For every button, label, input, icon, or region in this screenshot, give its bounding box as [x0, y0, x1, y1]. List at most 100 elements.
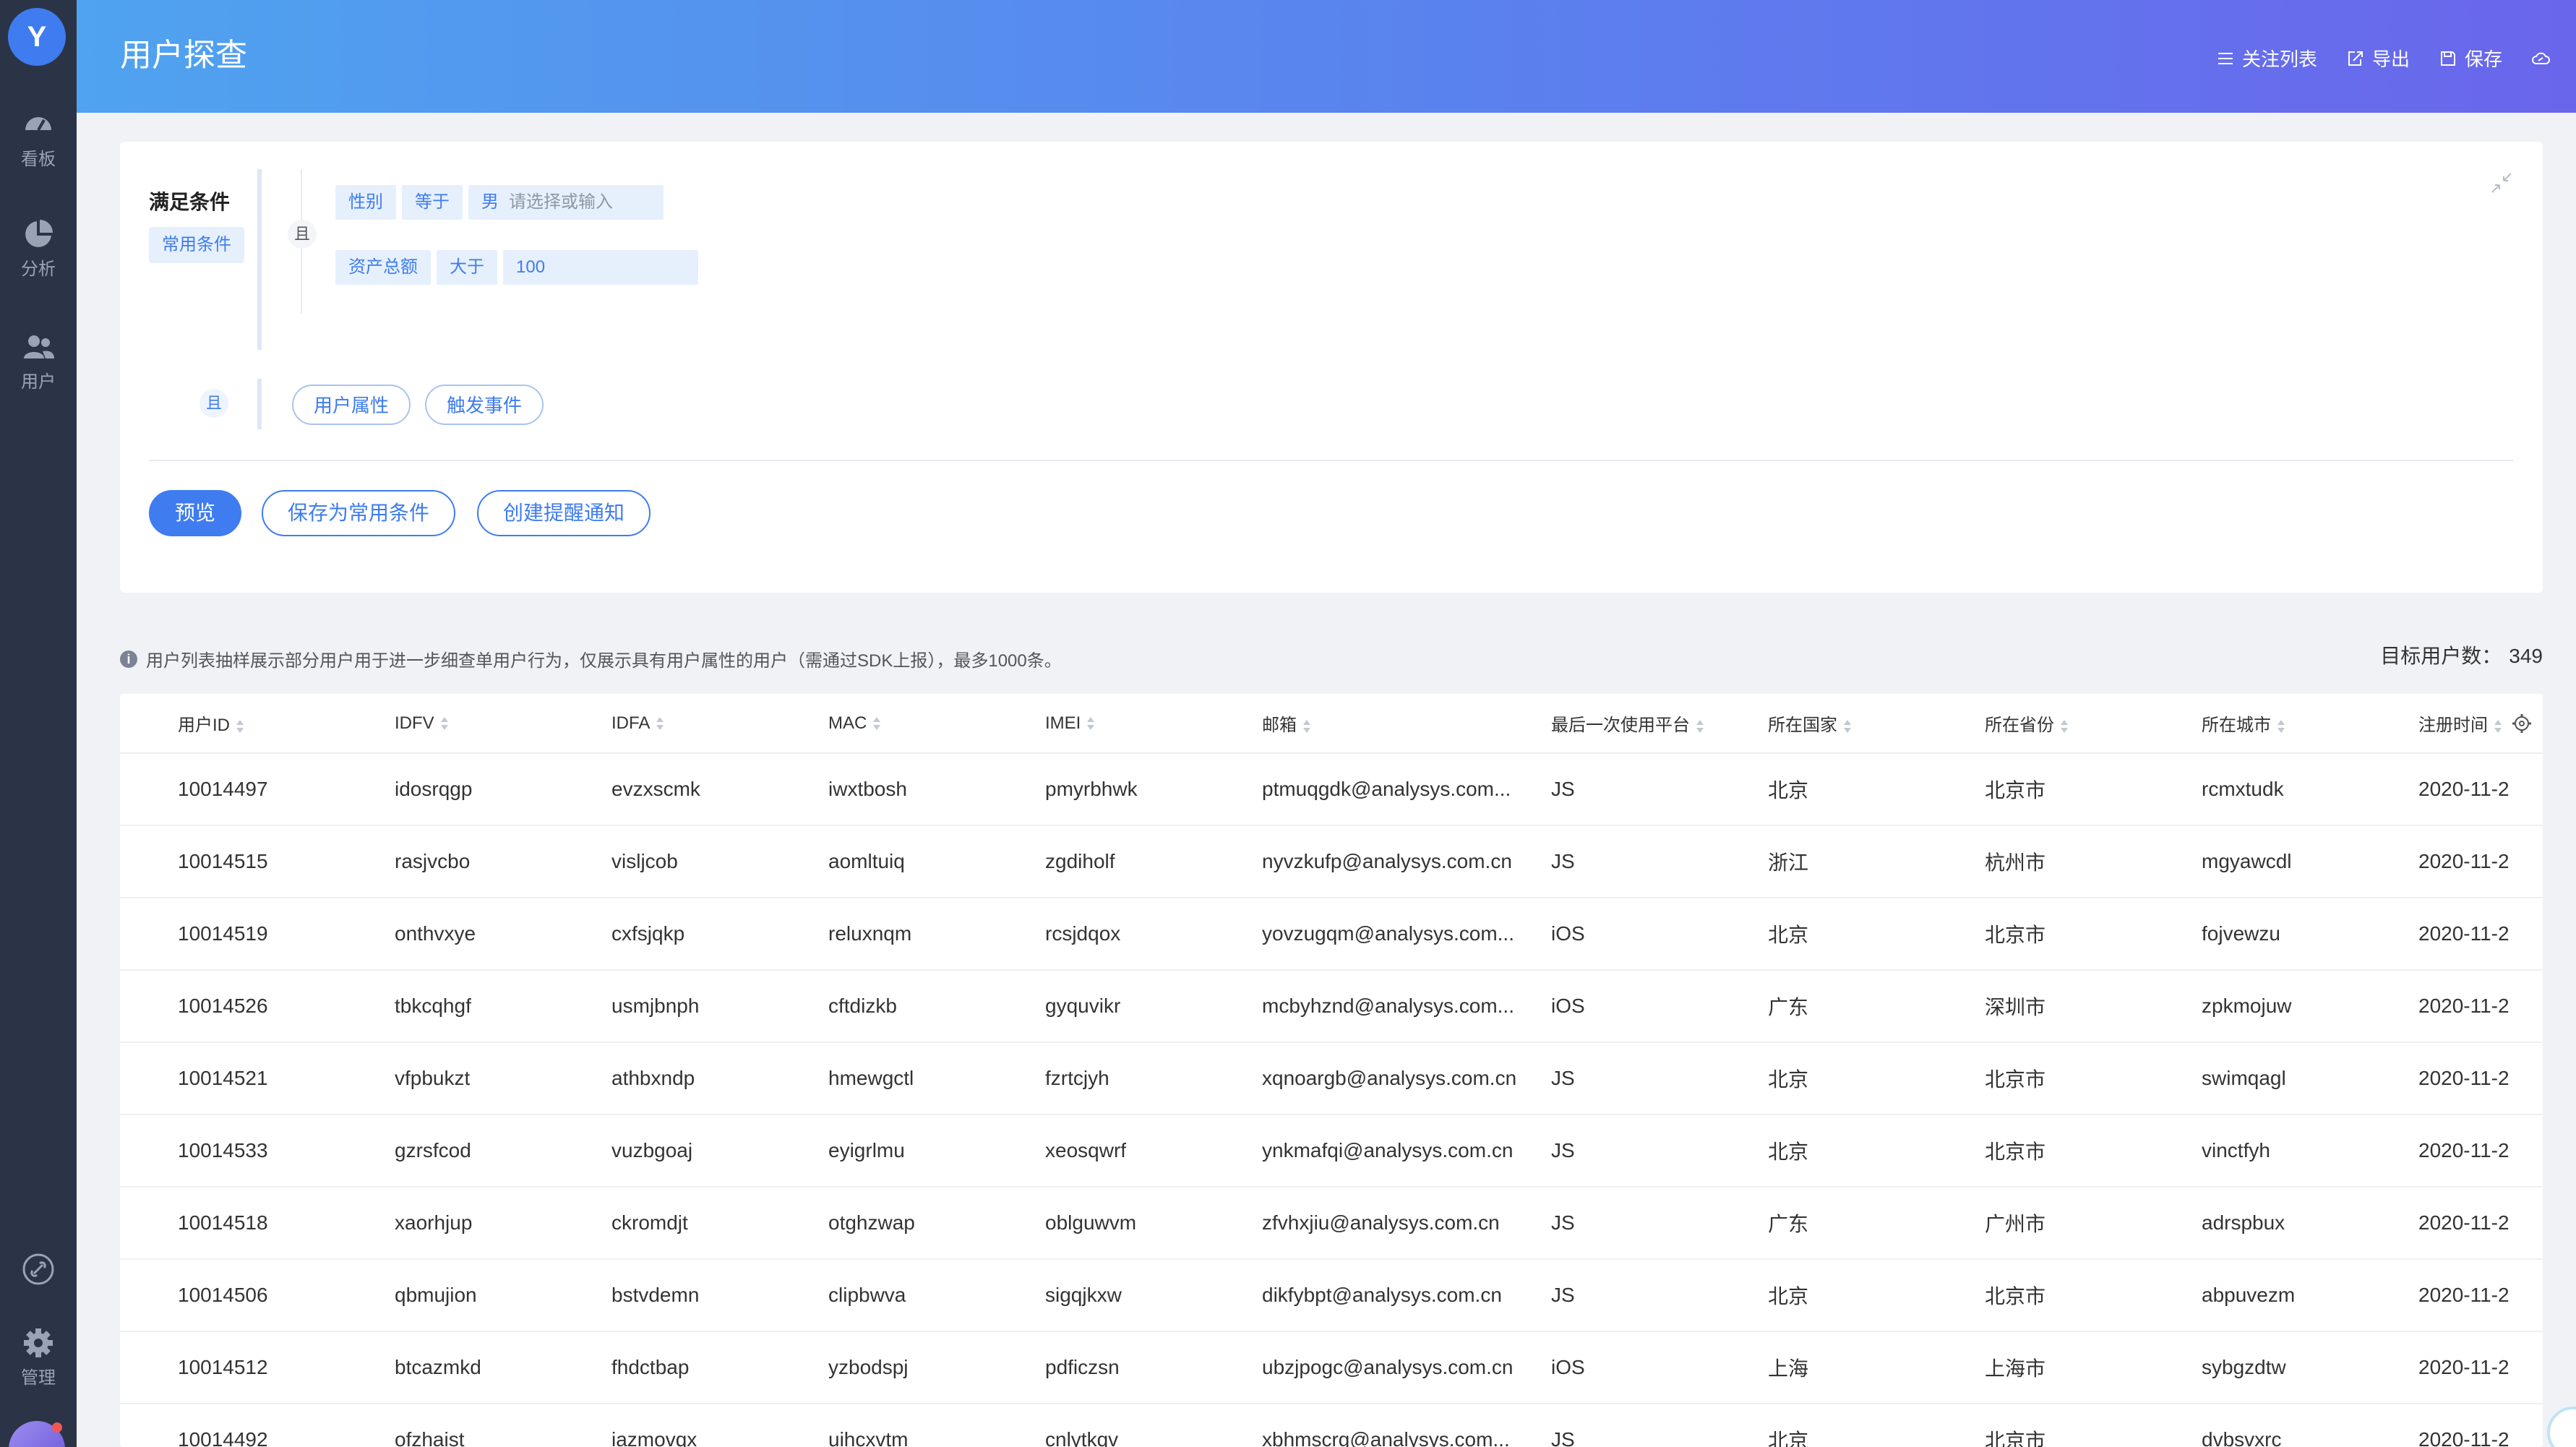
gear-icon: [24, 1328, 53, 1357]
column-header-label: IDFA: [611, 713, 651, 733]
rule-operator-select[interactable]: 等于: [402, 185, 463, 220]
rule-operator-select[interactable]: 大于: [437, 250, 497, 285]
table-cell: 上海: [1768, 1331, 1985, 1404]
preview-button[interactable]: 预览: [149, 490, 242, 536]
watch-list-label: 关注列表: [2241, 48, 2317, 70]
outer-and-toggle[interactable]: 且: [199, 389, 228, 418]
table-cell: yovzugqm@analysys.com...: [1262, 898, 1551, 971]
watch-list-button[interactable]: 关注列表: [2216, 45, 2317, 72]
table-cell: 北京: [1768, 1404, 1985, 1447]
column-header[interactable]: 所在国家: [1768, 694, 1985, 754]
table-cell: 北京市: [1985, 1115, 2202, 1188]
link-icon: [22, 1253, 54, 1285]
table-cell: gyquvikr: [1045, 970, 1262, 1043]
table-row[interactable]: 10014518 xaorhjup ckromdjt otghzwap oblguwvm…: [120, 1187, 2543, 1260]
condition-group-bar: [257, 169, 262, 350]
column-header[interactable]: IDFA: [611, 694, 828, 754]
sort-icon[interactable]: [440, 716, 449, 731]
rule-value-input[interactable]: 100: [503, 250, 698, 285]
table-row[interactable]: 10014497 idosrqgp evzxscmk iwxtbosh pmyrbhwk…: [120, 753, 2543, 826]
column-header[interactable]: 所在城市: [2202, 694, 2418, 754]
sort-icon[interactable]: [1086, 716, 1095, 731]
save-common-condition-button[interactable]: 保存为常用条件: [262, 490, 456, 536]
sidebar-item-label: 分析: [21, 259, 56, 279]
table-cell: 2020-11-2: [2418, 825, 2543, 898]
table-row[interactable]: 10014506 qbmujion bstvdemn clipbwva sigqjkxw…: [120, 1259, 2543, 1332]
table-row[interactable]: 10014519 onthvxye cxfsjqkp reluxnqm rcsjdqox…: [120, 898, 2543, 971]
column-header[interactable]: 用户ID: [120, 694, 395, 754]
table-cell: gzrsfcod: [395, 1115, 611, 1188]
table-cell: 北京: [1768, 1259, 1985, 1332]
sort-icon[interactable]: [236, 718, 244, 734]
list-icon: [2217, 52, 2233, 64]
save-button[interactable]: 保存: [2439, 45, 2502, 72]
table-row[interactable]: 10014526 tbkcqhgf usmjbnph cftdizkb gyquvikr…: [120, 970, 2543, 1043]
sort-icon[interactable]: [2277, 718, 2285, 734]
table-header-row: 用户ID IDFV IDFA MAC IMEI 邮箱 最后一次使用平台 所在国家…: [120, 694, 2543, 754]
table-row[interactable]: 10014512 btcazmkd fhdctbap yzbodspj pdficzsn…: [120, 1331, 2543, 1404]
help-float-button[interactable]: [2547, 1407, 2576, 1447]
sidebar-item-label: 管理: [21, 1368, 56, 1388]
table-cell: JS: [1551, 1259, 1768, 1332]
table-cell: oblguwvm: [1045, 1187, 1262, 1260]
table-cell: 10014526: [120, 970, 395, 1043]
sort-icon[interactable]: [1302, 718, 1311, 734]
add-trigger-event-button[interactable]: 触发事件: [425, 385, 544, 425]
and-toggle[interactable]: 且: [288, 220, 317, 249]
table-cell: iwxtbosh: [828, 753, 1045, 826]
sidebar-item-manage[interactable]: 管理: [0, 1326, 77, 1388]
pie-chart-icon: [25, 220, 53, 247]
table-cell: 10014521: [120, 1042, 395, 1115]
table-cell: 上海市: [1985, 1331, 2202, 1404]
table-cell: 10014506: [120, 1259, 395, 1332]
column-header[interactable]: 所在省份: [1985, 694, 2202, 754]
sort-icon[interactable]: [872, 716, 881, 731]
sort-icon[interactable]: [656, 716, 664, 731]
table-cell: xqnoargb@analysys.com.cn: [1262, 1042, 1551, 1115]
table-cell: xaorhjup: [395, 1187, 611, 1260]
create-alert-button[interactable]: 创建提醒通知: [477, 490, 651, 536]
table-row[interactable]: 10014515 rasjvcbo visljcob aomltuiq zgdiholf…: [120, 825, 2543, 898]
column-header[interactable]: 邮箱: [1262, 694, 1551, 754]
sidebar-item-dashboard[interactable]: 看板: [0, 107, 77, 170]
notice-text: 用户列表抽样展示部分用户用于进一步细查单用户行为，仅展示具有用户属性的用户（需通…: [146, 651, 1062, 671]
table-row[interactable]: 10014533 gzrsfcod vuzbgoaj eyigrlmu xeosqwrf…: [120, 1115, 2543, 1188]
add-user-attribute-button[interactable]: 用户属性: [292, 385, 411, 425]
sort-icon[interactable]: [1843, 718, 1852, 734]
collapse-icon[interactable]: [2489, 171, 2514, 195]
rule-field-select[interactable]: 性别: [335, 185, 396, 220]
sort-icon[interactable]: [2060, 718, 2069, 734]
rule-value-input[interactable]: 男请选择或输入: [468, 185, 664, 220]
table-cell: otghzwap: [828, 1187, 1045, 1260]
table-cell: xeosqwrf: [1045, 1115, 1262, 1188]
column-header[interactable]: IDFV: [395, 694, 611, 754]
table-cell: vfpbukzt: [395, 1042, 611, 1115]
divider: [149, 460, 2514, 461]
column-settings-icon[interactable]: [2511, 713, 2533, 734]
table-cell: 2020-11-2: [2418, 898, 2543, 971]
table-cell: zgdiholf: [1045, 825, 1262, 898]
column-header-label: 所在省份: [1985, 716, 2054, 735]
app-logo[interactable]: Y: [8, 8, 66, 66]
sidebar-item-analysis[interactable]: 分析: [0, 217, 77, 280]
sort-icon[interactable]: [1696, 718, 1704, 734]
rule-field-select[interactable]: 资产总额: [335, 250, 431, 285]
column-header-label: 所在国家: [1768, 716, 1837, 735]
sort-icon[interactable]: [2494, 718, 2502, 734]
column-header[interactable]: 最后一次使用平台: [1551, 694, 1768, 754]
column-header[interactable]: MAC: [828, 694, 1045, 754]
table-cell: 2020-11-2: [2418, 1404, 2543, 1447]
sidebar-item-link[interactable]: [0, 1252, 77, 1287]
column-header[interactable]: IMEI: [1045, 694, 1262, 754]
sidebar: Y 看板 分析 用户 管理: [0, 0, 77, 1447]
common-conditions-tag[interactable]: 常用条件: [149, 227, 244, 263]
table-cell: 10014492: [120, 1404, 395, 1447]
table-row[interactable]: 10014492 ofzhaist iazmovqx uihcxvtm cnlytkqv…: [120, 1404, 2543, 1447]
table-row[interactable]: 10014521 vfpbukzt athbxndp hmewgctl fzrtcjyh…: [120, 1042, 2543, 1115]
sidebar-item-users[interactable]: 用户: [0, 330, 77, 392]
table-cell: ckromdjt: [611, 1187, 828, 1260]
export-button[interactable]: 导出: [2346, 45, 2410, 72]
table-cell: aomltuiq: [828, 825, 1045, 898]
table-cell: fhdctbap: [611, 1331, 828, 1404]
cloud-button[interactable]: [2531, 49, 2550, 68]
